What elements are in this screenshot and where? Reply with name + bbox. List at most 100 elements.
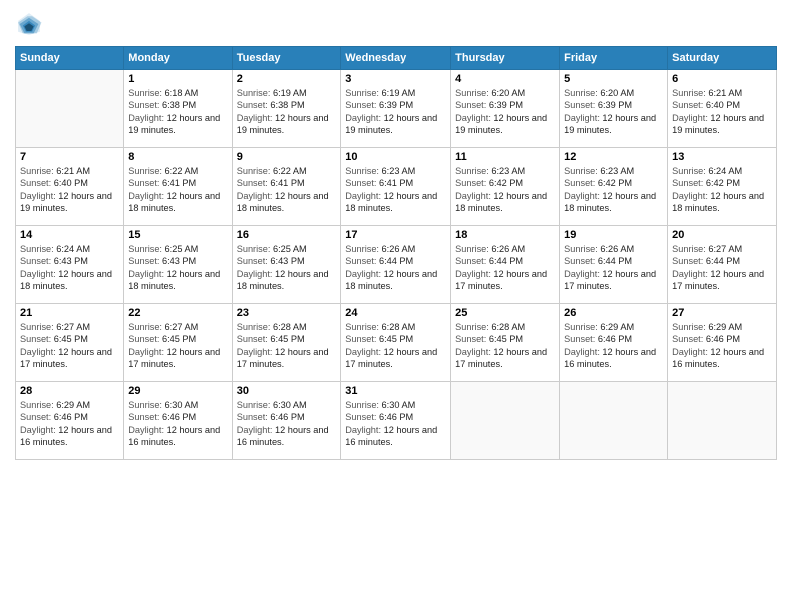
day-number: 6 bbox=[672, 73, 772, 85]
sunset-label: Sunset: bbox=[564, 178, 595, 188]
sunset-label: Sunset: bbox=[237, 334, 268, 344]
day-number: 15 bbox=[128, 229, 227, 241]
daylight-label: Daylight: bbox=[455, 347, 491, 357]
day-number: 31 bbox=[345, 385, 446, 397]
day-number: 24 bbox=[345, 307, 446, 319]
day-cell: 1 Sunrise: 6:18 AM Sunset: 6:38 PM Dayli… bbox=[124, 70, 232, 148]
day-info: Sunrise: 6:27 AM Sunset: 6:45 PM Dayligh… bbox=[20, 321, 119, 371]
day-cell: 20 Sunrise: 6:27 AM Sunset: 6:44 PM Dayl… bbox=[668, 226, 777, 304]
sunset-label: Sunset: bbox=[455, 256, 486, 266]
sunset-label: Sunset: bbox=[128, 334, 159, 344]
sunrise-label: Sunrise: bbox=[564, 244, 598, 254]
logo-icon bbox=[15, 10, 43, 38]
sunset-label: Sunset: bbox=[128, 100, 159, 110]
day-cell: 7 Sunrise: 6:21 AM Sunset: 6:40 PM Dayli… bbox=[16, 148, 124, 226]
sunset-label: Sunset: bbox=[20, 256, 51, 266]
day-info: Sunrise: 6:26 AM Sunset: 6:44 PM Dayligh… bbox=[564, 243, 663, 293]
sunset-label: Sunset: bbox=[128, 412, 159, 422]
day-info: Sunrise: 6:27 AM Sunset: 6:44 PM Dayligh… bbox=[672, 243, 772, 293]
day-number: 29 bbox=[128, 385, 227, 397]
daylight-label: Daylight: bbox=[20, 425, 56, 435]
day-number: 12 bbox=[564, 151, 663, 163]
day-info: Sunrise: 6:20 AM Sunset: 6:39 PM Dayligh… bbox=[455, 87, 555, 137]
sunset-label: Sunset: bbox=[345, 334, 376, 344]
sunrise-label: Sunrise: bbox=[455, 244, 489, 254]
day-number: 30 bbox=[237, 385, 337, 397]
sunset-label: Sunset: bbox=[237, 178, 268, 188]
sunset-label: Sunset: bbox=[672, 178, 703, 188]
daylight-label: Daylight: bbox=[345, 269, 381, 279]
sunset-label: Sunset: bbox=[564, 100, 595, 110]
sunrise-label: Sunrise: bbox=[455, 88, 489, 98]
sunset-label: Sunset: bbox=[128, 256, 159, 266]
day-number: 21 bbox=[20, 307, 119, 319]
day-cell: 25 Sunrise: 6:28 AM Sunset: 6:45 PM Dayl… bbox=[451, 304, 560, 382]
daylight-label: Daylight: bbox=[237, 347, 273, 357]
day-cell: 22 Sunrise: 6:27 AM Sunset: 6:45 PM Dayl… bbox=[124, 304, 232, 382]
sunset-label: Sunset: bbox=[128, 178, 159, 188]
day-info: Sunrise: 6:26 AM Sunset: 6:44 PM Dayligh… bbox=[455, 243, 555, 293]
sunset-label: Sunset: bbox=[345, 100, 376, 110]
sunset-label: Sunset: bbox=[672, 256, 703, 266]
day-info: Sunrise: 6:29 AM Sunset: 6:46 PM Dayligh… bbox=[672, 321, 772, 371]
sunrise-label: Sunrise: bbox=[455, 322, 489, 332]
sunset-label: Sunset: bbox=[237, 100, 268, 110]
day-number: 23 bbox=[237, 307, 337, 319]
col-header-saturday: Saturday bbox=[668, 47, 777, 70]
sunset-label: Sunset: bbox=[237, 256, 268, 266]
day-number: 11 bbox=[455, 151, 555, 163]
day-info: Sunrise: 6:22 AM Sunset: 6:41 PM Dayligh… bbox=[128, 165, 227, 215]
day-number: 7 bbox=[20, 151, 119, 163]
day-cell: 2 Sunrise: 6:19 AM Sunset: 6:38 PM Dayli… bbox=[232, 70, 341, 148]
day-cell bbox=[668, 382, 777, 460]
day-cell: 17 Sunrise: 6:26 AM Sunset: 6:44 PM Dayl… bbox=[341, 226, 451, 304]
daylight-label: Daylight: bbox=[564, 269, 600, 279]
daylight-label: Daylight: bbox=[345, 425, 381, 435]
daylight-label: Daylight: bbox=[237, 269, 273, 279]
day-number: 10 bbox=[345, 151, 446, 163]
day-cell: 9 Sunrise: 6:22 AM Sunset: 6:41 PM Dayli… bbox=[232, 148, 341, 226]
daylight-label: Daylight: bbox=[128, 113, 164, 123]
sunset-label: Sunset: bbox=[345, 412, 376, 422]
sunrise-label: Sunrise: bbox=[128, 244, 162, 254]
sunrise-label: Sunrise: bbox=[20, 244, 54, 254]
page: SundayMondayTuesdayWednesdayThursdayFrid… bbox=[0, 0, 792, 612]
day-number: 5 bbox=[564, 73, 663, 85]
sunrise-label: Sunrise: bbox=[20, 400, 54, 410]
sunset-label: Sunset: bbox=[345, 178, 376, 188]
sunrise-label: Sunrise: bbox=[672, 244, 706, 254]
col-header-friday: Friday bbox=[560, 47, 668, 70]
sunrise-label: Sunrise: bbox=[20, 322, 54, 332]
sunset-label: Sunset: bbox=[237, 412, 268, 422]
sunrise-label: Sunrise: bbox=[345, 88, 379, 98]
day-cell: 21 Sunrise: 6:27 AM Sunset: 6:45 PM Dayl… bbox=[16, 304, 124, 382]
day-cell: 28 Sunrise: 6:29 AM Sunset: 6:46 PM Dayl… bbox=[16, 382, 124, 460]
sunrise-label: Sunrise: bbox=[237, 88, 271, 98]
sunrise-label: Sunrise: bbox=[128, 400, 162, 410]
daylight-label: Daylight: bbox=[564, 347, 600, 357]
sunrise-label: Sunrise: bbox=[672, 166, 706, 176]
sunset-label: Sunset: bbox=[20, 178, 51, 188]
day-info: Sunrise: 6:19 AM Sunset: 6:38 PM Dayligh… bbox=[237, 87, 337, 137]
week-row-3: 14 Sunrise: 6:24 AM Sunset: 6:43 PM Dayl… bbox=[16, 226, 777, 304]
day-info: Sunrise: 6:29 AM Sunset: 6:46 PM Dayligh… bbox=[20, 399, 119, 449]
col-header-thursday: Thursday bbox=[451, 47, 560, 70]
day-cell: 11 Sunrise: 6:23 AM Sunset: 6:42 PM Dayl… bbox=[451, 148, 560, 226]
day-number: 1 bbox=[128, 73, 227, 85]
sunset-label: Sunset: bbox=[455, 100, 486, 110]
day-number: 25 bbox=[455, 307, 555, 319]
day-cell: 5 Sunrise: 6:20 AM Sunset: 6:39 PM Dayli… bbox=[560, 70, 668, 148]
daylight-label: Daylight: bbox=[672, 113, 708, 123]
sunrise-label: Sunrise: bbox=[345, 166, 379, 176]
day-cell: 23 Sunrise: 6:28 AM Sunset: 6:45 PM Dayl… bbox=[232, 304, 341, 382]
day-number: 2 bbox=[237, 73, 337, 85]
daylight-label: Daylight: bbox=[345, 347, 381, 357]
day-info: Sunrise: 6:25 AM Sunset: 6:43 PM Dayligh… bbox=[237, 243, 337, 293]
day-info: Sunrise: 6:28 AM Sunset: 6:45 PM Dayligh… bbox=[455, 321, 555, 371]
daylight-label: Daylight: bbox=[20, 269, 56, 279]
day-number: 19 bbox=[564, 229, 663, 241]
daylight-label: Daylight: bbox=[20, 347, 56, 357]
sunset-label: Sunset: bbox=[20, 334, 51, 344]
day-cell bbox=[560, 382, 668, 460]
day-number: 9 bbox=[237, 151, 337, 163]
